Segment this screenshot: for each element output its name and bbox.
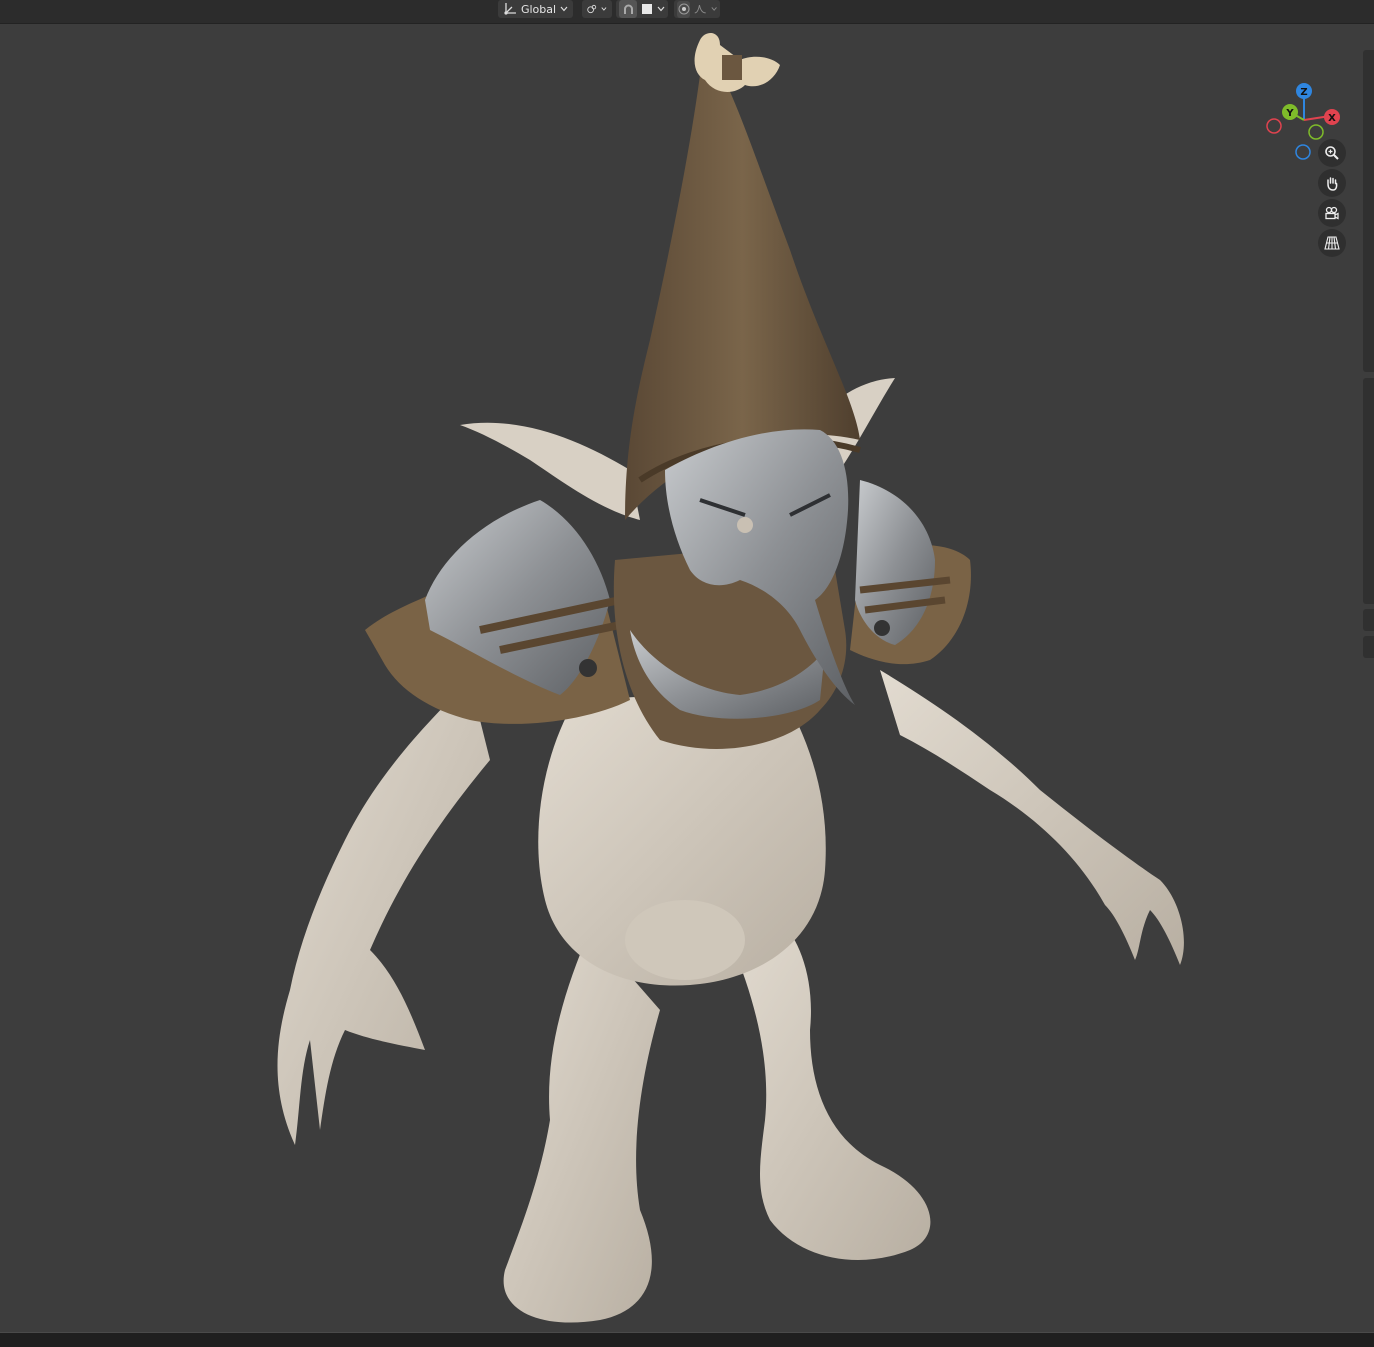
- left-ear: [460, 422, 640, 520]
- chevron-down-icon: [601, 7, 607, 11]
- 3d-viewport[interactable]: Z X Y: [0, 24, 1374, 1332]
- hand-pan-icon: [1327, 177, 1338, 191]
- sidebar-tab-item-a[interactable]: [1363, 609, 1374, 631]
- status-bar: [0, 1332, 1374, 1347]
- goblin-model[interactable]: [0, 24, 1374, 1332]
- perspective-grid-icon: [1324, 236, 1340, 250]
- right-arm: [880, 670, 1184, 965]
- pivot-point-dropdown[interactable]: [582, 0, 612, 18]
- orientation-label: Global: [520, 2, 557, 16]
- gizmo-neg-x[interactable]: [1266, 118, 1282, 134]
- gizmo-neg-z[interactable]: [1295, 144, 1311, 160]
- sidebar-tab-item-b[interactable]: [1363, 636, 1374, 658]
- perspective-toggle-button[interactable]: [1318, 229, 1346, 257]
- falloff-curve-icon[interactable]: [694, 3, 707, 15]
- snap-group[interactable]: [616, 0, 668, 18]
- gizmo-neg-y[interactable]: [1308, 124, 1324, 140]
- chevron-down-icon: [560, 6, 568, 12]
- snap-magnet-icon: [623, 4, 633, 14]
- proportional-editing-toggle[interactable]: [677, 0, 691, 18]
- pan-button[interactable]: [1318, 169, 1346, 197]
- proportional-editing-icon: [678, 3, 690, 15]
- chevron-down-icon: [657, 6, 665, 12]
- gizmo-z-label: Z: [1300, 87, 1307, 98]
- chevron-down-icon: [711, 7, 717, 11]
- zoom-button[interactable]: [1318, 139, 1346, 167]
- camera-view-button[interactable]: [1318, 199, 1346, 227]
- zoom-icon: [1325, 146, 1339, 160]
- left-arm: [277, 680, 490, 1145]
- pivot-point-icon: [587, 4, 597, 14]
- camera-view-icon: [1325, 206, 1339, 220]
- gizmo-x-label: X: [1328, 113, 1336, 124]
- transform-orientation-dropdown[interactable]: Global: [498, 0, 573, 18]
- right-leg: [730, 920, 931, 1260]
- sidebar-tab-upper[interactable]: [1363, 50, 1374, 372]
- proportional-editing-group[interactable]: [674, 0, 720, 18]
- snap-toggle[interactable]: [619, 0, 637, 18]
- snap-increment-icon: [642, 4, 652, 14]
- sidebar-tab-middle[interactable]: [1363, 378, 1374, 604]
- gizmo-y-label: Y: [1285, 108, 1294, 119]
- viewport-header: Global: [0, 0, 1374, 24]
- left-leg: [503, 930, 660, 1323]
- transform-orientation-icon: [504, 3, 516, 15]
